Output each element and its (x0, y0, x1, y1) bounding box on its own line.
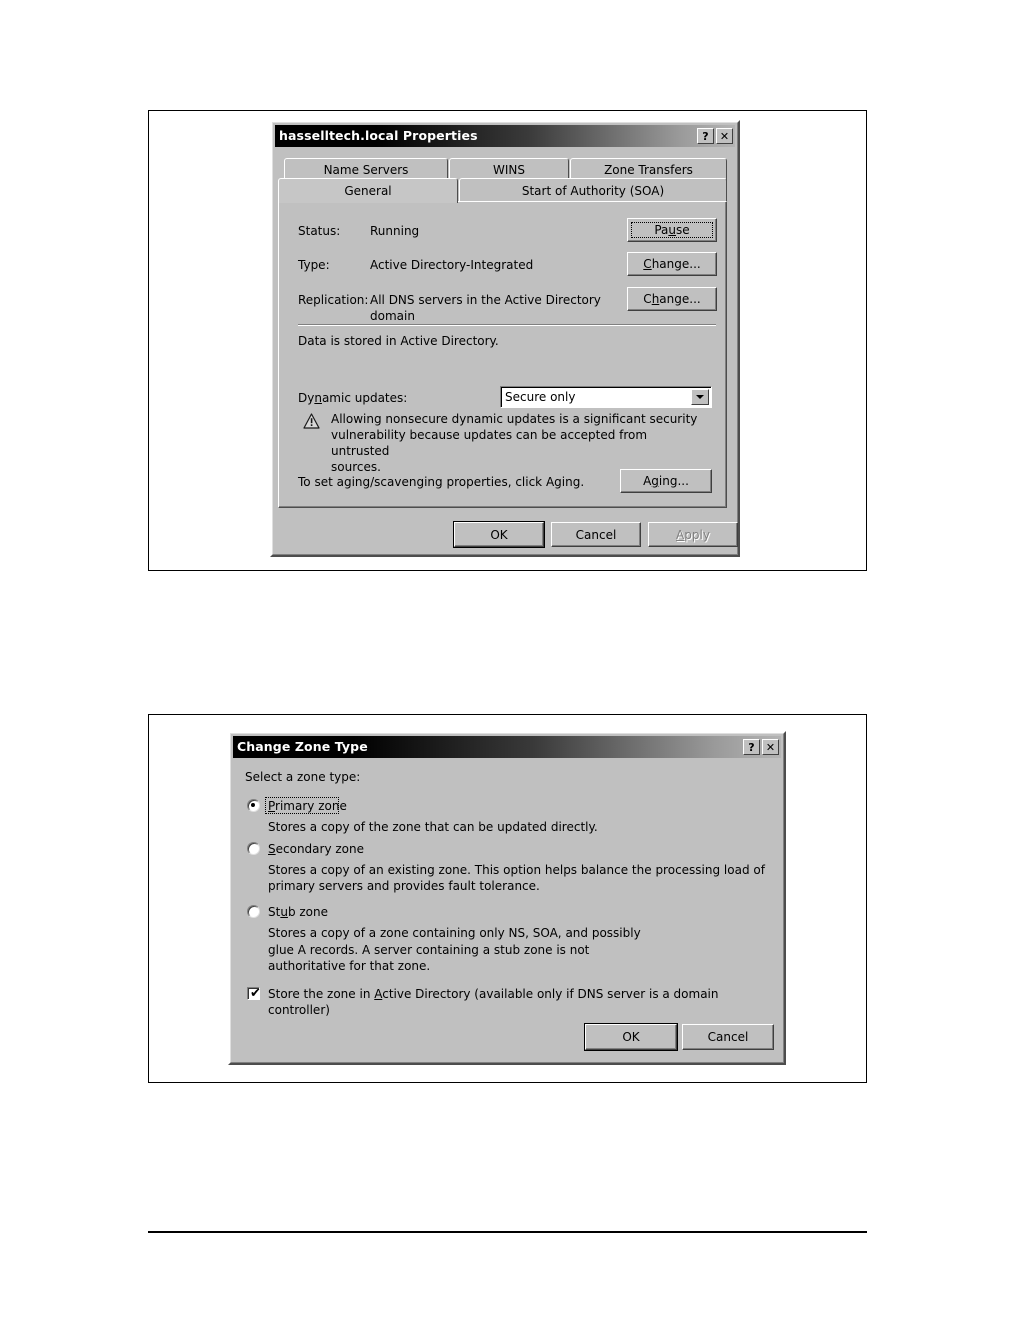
dynamic-updates-select[interactable]: Secure only (500, 386, 712, 408)
dialog-change-zone-type: Change Zone Type ? ✕ Select a zone type:… (228, 731, 786, 1065)
cancel-button[interactable]: Cancel (551, 522, 641, 547)
tab-label: Zone Transfers (604, 163, 693, 177)
titlebar-button-group: ? ✕ (743, 739, 779, 755)
separator (298, 324, 716, 326)
cancel-button[interactable]: Cancel (682, 1024, 774, 1050)
check-icon: ✔ (250, 986, 261, 1001)
secondary-zone-description: Stores a copy of an existing zone. This … (268, 863, 765, 893)
tab-start-of-authority[interactable]: Start of Authority (SOA) (459, 178, 727, 202)
type-value: Active Directory-Integrated (370, 258, 534, 272)
stub-zone-description: Stores a copy of a zone containing only … (268, 926, 641, 973)
store-in-ad-label[interactable]: Store the zone in Active Directory (avai… (268, 987, 784, 1018)
radio-primary-zone[interactable] (247, 799, 260, 812)
tab-label: WINS (493, 163, 525, 177)
change-type-button[interactable]: Change... (627, 252, 717, 276)
titlebar-button-group: ? ✕ (697, 128, 733, 144)
apply-button-label: Apply (676, 527, 710, 542)
change-type-button-label: Change... (643, 257, 701, 271)
close-icon[interactable]: ✕ (762, 739, 779, 755)
tab-general[interactable]: General (278, 178, 458, 203)
aging-button-label: Aging... (643, 474, 689, 488)
tab-label: Start of Authority (SOA) (521, 183, 665, 198)
ok-button-label: OK (622, 1030, 640, 1044)
titlebar: Change Zone Type ? ✕ (233, 736, 781, 758)
radio-secondary-zone[interactable] (247, 842, 260, 855)
change-replication-button-label: Change... (643, 292, 701, 306)
ok-button-label: OK (490, 527, 508, 542)
help-icon[interactable]: ? (743, 739, 760, 755)
status-value: Running (370, 224, 420, 238)
pause-button[interactable]: Pause (627, 218, 717, 242)
page-footer-rule (148, 1231, 867, 1233)
apply-button[interactable]: Apply (648, 522, 738, 547)
radio-secondary-zone-label[interactable]: Secondary zone (268, 842, 364, 858)
radio-stub-zone[interactable] (247, 905, 260, 918)
status-label: Status: (298, 224, 341, 238)
pause-button-label: Pause (654, 223, 690, 237)
cancel-button-label: Cancel (707, 1030, 749, 1044)
storage-note: Data is stored in Active Directory. (298, 334, 499, 348)
zone-type-prompt: Select a zone type: (245, 770, 361, 784)
titlebar: hasselltech.local Properties ? ✕ (275, 125, 735, 147)
radio-primary-zone-label[interactable]: Primary zone (268, 799, 347, 815)
ok-button[interactable]: OK (453, 521, 545, 548)
dialog-title: hasselltech.local Properties (279, 128, 478, 143)
ok-button[interactable]: OK (584, 1023, 678, 1051)
chevron-down-icon[interactable] (691, 389, 709, 405)
help-icon[interactable]: ? (697, 128, 714, 144)
replication-value: All DNS servers in the Active Directory … (370, 293, 601, 323)
dialog-zone-properties: hasselltech.local Properties ? ✕ Name Se… (270, 120, 740, 557)
cancel-button-label: Cancel (575, 527, 617, 542)
dynamic-updates-value: Secure only (505, 390, 576, 404)
change-replication-button[interactable]: Change... (627, 287, 717, 311)
aging-button[interactable]: Aging... (620, 469, 712, 493)
dynamic-updates-warning: Allowing nonsecure dynamic updates is a … (331, 412, 698, 474)
tab-label: General (344, 184, 392, 198)
warning-icon (303, 413, 320, 429)
aging-note: To set aging/scavenging properties, clic… (298, 475, 585, 489)
type-label: Type: (298, 258, 330, 272)
primary-zone-description: Stores a copy of the zone that can be up… (268, 820, 598, 834)
radio-stub-zone-label[interactable]: Stub zone (268, 905, 328, 921)
close-icon[interactable]: ✕ (716, 128, 733, 144)
tab-label: Name Servers (323, 163, 409, 177)
dynamic-updates-label: Dynamic updates: (298, 391, 408, 405)
replication-label: Replication: (298, 293, 369, 307)
store-in-ad-checkbox[interactable]: ✔ (247, 986, 261, 1001)
dialog-title: Change Zone Type (237, 739, 368, 754)
